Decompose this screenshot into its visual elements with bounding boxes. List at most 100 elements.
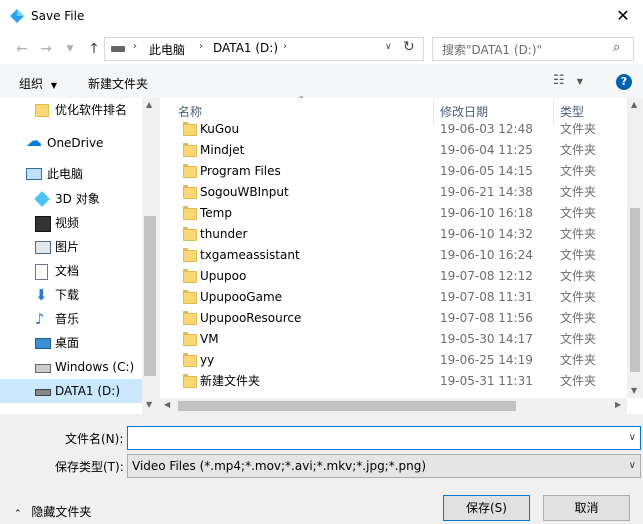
- chevron-up-icon: ⌃: [14, 509, 22, 519]
- file-name: Mindjet: [200, 143, 245, 157]
- file-date: 19-05-30 14:17: [440, 332, 533, 346]
- file-name: yy: [200, 353, 215, 367]
- nav-scrollbar[interactable]: ▲ ▼: [142, 98, 158, 414]
- file-scroll-right-icon[interactable]: ▶: [615, 400, 621, 409]
- file-type: 文件夹: [560, 206, 597, 220]
- file-row[interactable]: Program Files 19-06-05 14:15 文件夹: [178, 161, 633, 182]
- sort-indicator-icon: ⌃: [298, 95, 305, 104]
- file-row[interactable]: Upupoo 19-07-08 12:12 文件夹: [178, 266, 633, 287]
- file-row[interactable]: thunder 19-06-10 14:32 文件夹: [178, 224, 633, 245]
- file-row[interactable]: Mindjet 19-06-04 11:25 文件夹: [178, 140, 633, 161]
- save-button[interactable]: 保存(S): [443, 495, 530, 521]
- search-icon[interactable]: ⌕: [613, 40, 620, 55]
- address-bar[interactable]: › 此电脑 › DATA1 (D:) › ∨ ↻: [104, 37, 424, 61]
- sidebar-item-3d-objects[interactable]: 3D 对象: [0, 187, 142, 211]
- file-type: 文件夹: [560, 185, 597, 199]
- file-type: 文件夹: [560, 269, 597, 283]
- file-scroll-left-icon[interactable]: ◀: [164, 400, 170, 409]
- sidebar-item-quick-folder[interactable]: 优化软件排名: [0, 98, 142, 122]
- breadcrumb-pc[interactable]: 此电脑: [149, 41, 185, 58]
- file-type: 文件夹: [560, 143, 597, 157]
- chevron-down-icon[interactable]: ∨: [629, 427, 636, 449]
- file-row[interactable]: Temp 19-06-10 16:18 文件夹: [178, 203, 633, 224]
- cancel-button[interactable]: 取消: [543, 495, 630, 521]
- view-options-icon[interactable]: ☷ ▼: [553, 73, 583, 88]
- help-icon[interactable]: ?: [616, 74, 632, 90]
- sidebar-item-drive-d[interactable]: DATA1 (D:): [0, 379, 142, 403]
- window-title: Save File: [31, 9, 85, 23]
- folder-icon: [183, 269, 197, 283]
- filename-field[interactable]: ∨: [127, 426, 641, 450]
- document-icon: [35, 264, 48, 280]
- sidebar-item-pictures[interactable]: 图片: [0, 235, 142, 259]
- sidebar-item-downloads[interactable]: ⬇ 下载: [0, 283, 142, 307]
- file-name: 新建文件夹: [200, 374, 261, 388]
- up-icon[interactable]: ↑: [84, 38, 104, 60]
- file-row[interactable]: KuGou 19-06-03 12:48 文件夹: [178, 119, 633, 140]
- hide-folders-toggle[interactable]: ⌃ 隐藏文件夹: [14, 503, 91, 520]
- organize-button[interactable]: 组织 ▼: [19, 75, 57, 92]
- filetype-label: 保存类型(T):: [55, 460, 124, 474]
- file-scroll-up-icon[interactable]: ▲: [631, 100, 637, 109]
- search-input[interactable]: 搜索"DATA1 (D:)" ⌕: [432, 37, 634, 61]
- nav-scroll-down-icon[interactable]: ▼: [146, 400, 152, 409]
- sidebar-item-onedrive[interactable]: ☁ OneDrive: [0, 131, 142, 155]
- folder-icon: [183, 248, 197, 262]
- file-row[interactable]: UpupooGame 19-07-08 11:31 文件夹: [178, 287, 633, 308]
- filetype-select[interactable]: Video Files (*.mp4;*.mov;*.avi;*.mkv;*.j…: [127, 454, 641, 478]
- sidebar-item-videos[interactable]: 视频: [0, 211, 142, 235]
- file-name: SogouWBInput: [200, 185, 289, 199]
- file-type: 文件夹: [560, 374, 597, 388]
- file-row[interactable]: yy 19-06-25 14:19 文件夹: [178, 350, 633, 371]
- sidebar-item-documents[interactable]: 文档: [0, 259, 142, 283]
- file-hscroll-thumb[interactable]: [178, 401, 516, 411]
- desktop-icon: [35, 338, 51, 349]
- file-row[interactable]: 新建文件夹 19-05-31 11:31 文件夹: [178, 371, 633, 392]
- recent-dropdown-icon[interactable]: ▼: [60, 38, 80, 60]
- sidebar-item-music[interactable]: ♪ 音乐: [0, 307, 142, 331]
- file-date: 19-07-08 11:31: [440, 290, 533, 304]
- refresh-icon[interactable]: ↻: [403, 39, 415, 55]
- file-row[interactable]: SogouWBInput 19-06-21 14:38 文件夹: [178, 182, 633, 203]
- sidebar-item-drive-c[interactable]: Windows (C:): [0, 355, 142, 379]
- forward-icon[interactable]: →: [36, 38, 56, 60]
- sidebar-item-desktop[interactable]: 桌面: [0, 331, 142, 355]
- breadcrumb-chevron-icon[interactable]: ›: [133, 41, 137, 52]
- file-row[interactable]: txgameassistant 19-06-10 16:24 文件夹: [178, 245, 633, 266]
- nav-scroll-up-icon[interactable]: ▲: [146, 100, 152, 109]
- search-placeholder: 搜索"DATA1 (D:)": [442, 43, 543, 57]
- breadcrumb-drive[interactable]: DATA1 (D:): [213, 41, 278, 55]
- close-icon[interactable]: ✕: [608, 4, 638, 28]
- drive-c-icon: [35, 364, 51, 373]
- computer-icon: [26, 168, 42, 180]
- folder-icon: [183, 185, 197, 199]
- music-icon: ♪: [35, 310, 45, 328]
- nav-scroll-thumb[interactable]: [144, 216, 156, 376]
- chevron-down-icon: ▼: [50, 81, 57, 90]
- file-date: 19-06-10 14:32: [440, 227, 533, 241]
- folder-icon: [183, 290, 197, 304]
- file-row[interactable]: VM 19-05-30 14:17 文件夹: [178, 329, 633, 350]
- new-folder-button[interactable]: 新建文件夹: [88, 75, 148, 92]
- file-vscrollbar[interactable]: ▲ ▼: [627, 98, 643, 398]
- cube-icon: [34, 191, 50, 207]
- file-scroll-down-icon[interactable]: ▼: [631, 386, 637, 395]
- breadcrumb-chevron-icon[interactable]: ›: [199, 41, 203, 52]
- file-row[interactable]: UpupooResource 19-07-08 11:56 文件夹: [178, 308, 633, 329]
- address-dropdown-icon[interactable]: ∨: [385, 42, 392, 52]
- title-bar: [0, 0, 643, 33]
- video-icon: [35, 216, 51, 232]
- file-date: 19-07-08 12:12: [440, 269, 533, 283]
- file-date: 19-06-03 12:48: [440, 122, 533, 136]
- folder-icon: [183, 353, 197, 367]
- file-name: UpupooResource: [200, 311, 302, 325]
- breadcrumb-chevron-icon[interactable]: ›: [283, 41, 287, 52]
- sidebar-item-this-pc[interactable]: 此电脑: [0, 162, 142, 186]
- back-icon[interactable]: ←: [12, 38, 32, 60]
- file-type: 文件夹: [560, 332, 597, 346]
- folder-icon: [183, 374, 197, 388]
- file-hscrollbar[interactable]: ◀ ▶: [160, 398, 627, 414]
- chevron-down-icon[interactable]: ∨: [629, 455, 636, 477]
- file-scroll-thumb[interactable]: [630, 208, 640, 372]
- file-name: UpupooGame: [200, 290, 283, 304]
